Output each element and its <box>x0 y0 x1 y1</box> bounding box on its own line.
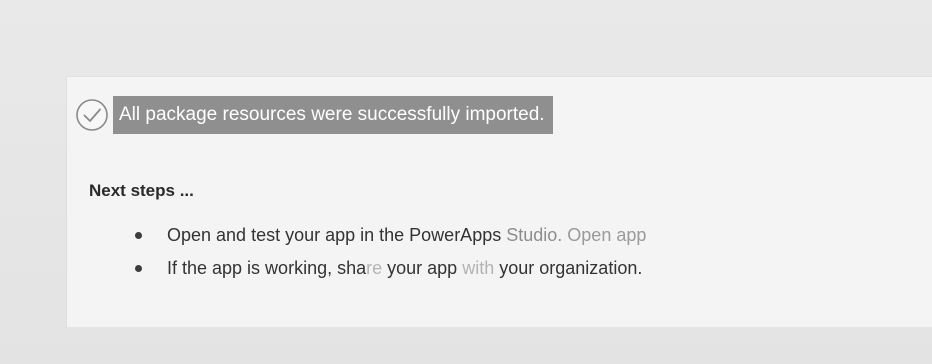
import-result-panel: All package resources were successfully … <box>66 76 932 327</box>
next-steps-list: Open and test your app in the PowerApps … <box>133 219 646 285</box>
open-app-link[interactable]: Open app <box>567 225 646 245</box>
success-message: All package resources were successfully … <box>113 96 553 134</box>
bullet-icon <box>135 265 142 272</box>
dialog-background: All package resources were successfully … <box>0 0 932 364</box>
list-item: If the app is working, share your app wi… <box>133 252 646 285</box>
step-text: If the app is working, sha <box>167 258 367 278</box>
step-text: Open and test your app in the PowerApps <box>167 225 502 245</box>
check-circle-icon <box>76 99 108 131</box>
step-text-faint: re <box>366 258 383 278</box>
step-text-studio: Studio. <box>506 225 563 245</box>
share-app-text: your app <box>387 258 458 278</box>
list-item: Open and test your app in the PowerApps … <box>133 219 646 252</box>
next-steps-heading: Next steps ... <box>89 181 194 200</box>
organization-text: your organization. <box>499 258 643 278</box>
step-text-with: with <box>462 258 495 278</box>
bullet-icon <box>135 232 142 239</box>
import-status: All package resources were successfully … <box>75 95 553 135</box>
